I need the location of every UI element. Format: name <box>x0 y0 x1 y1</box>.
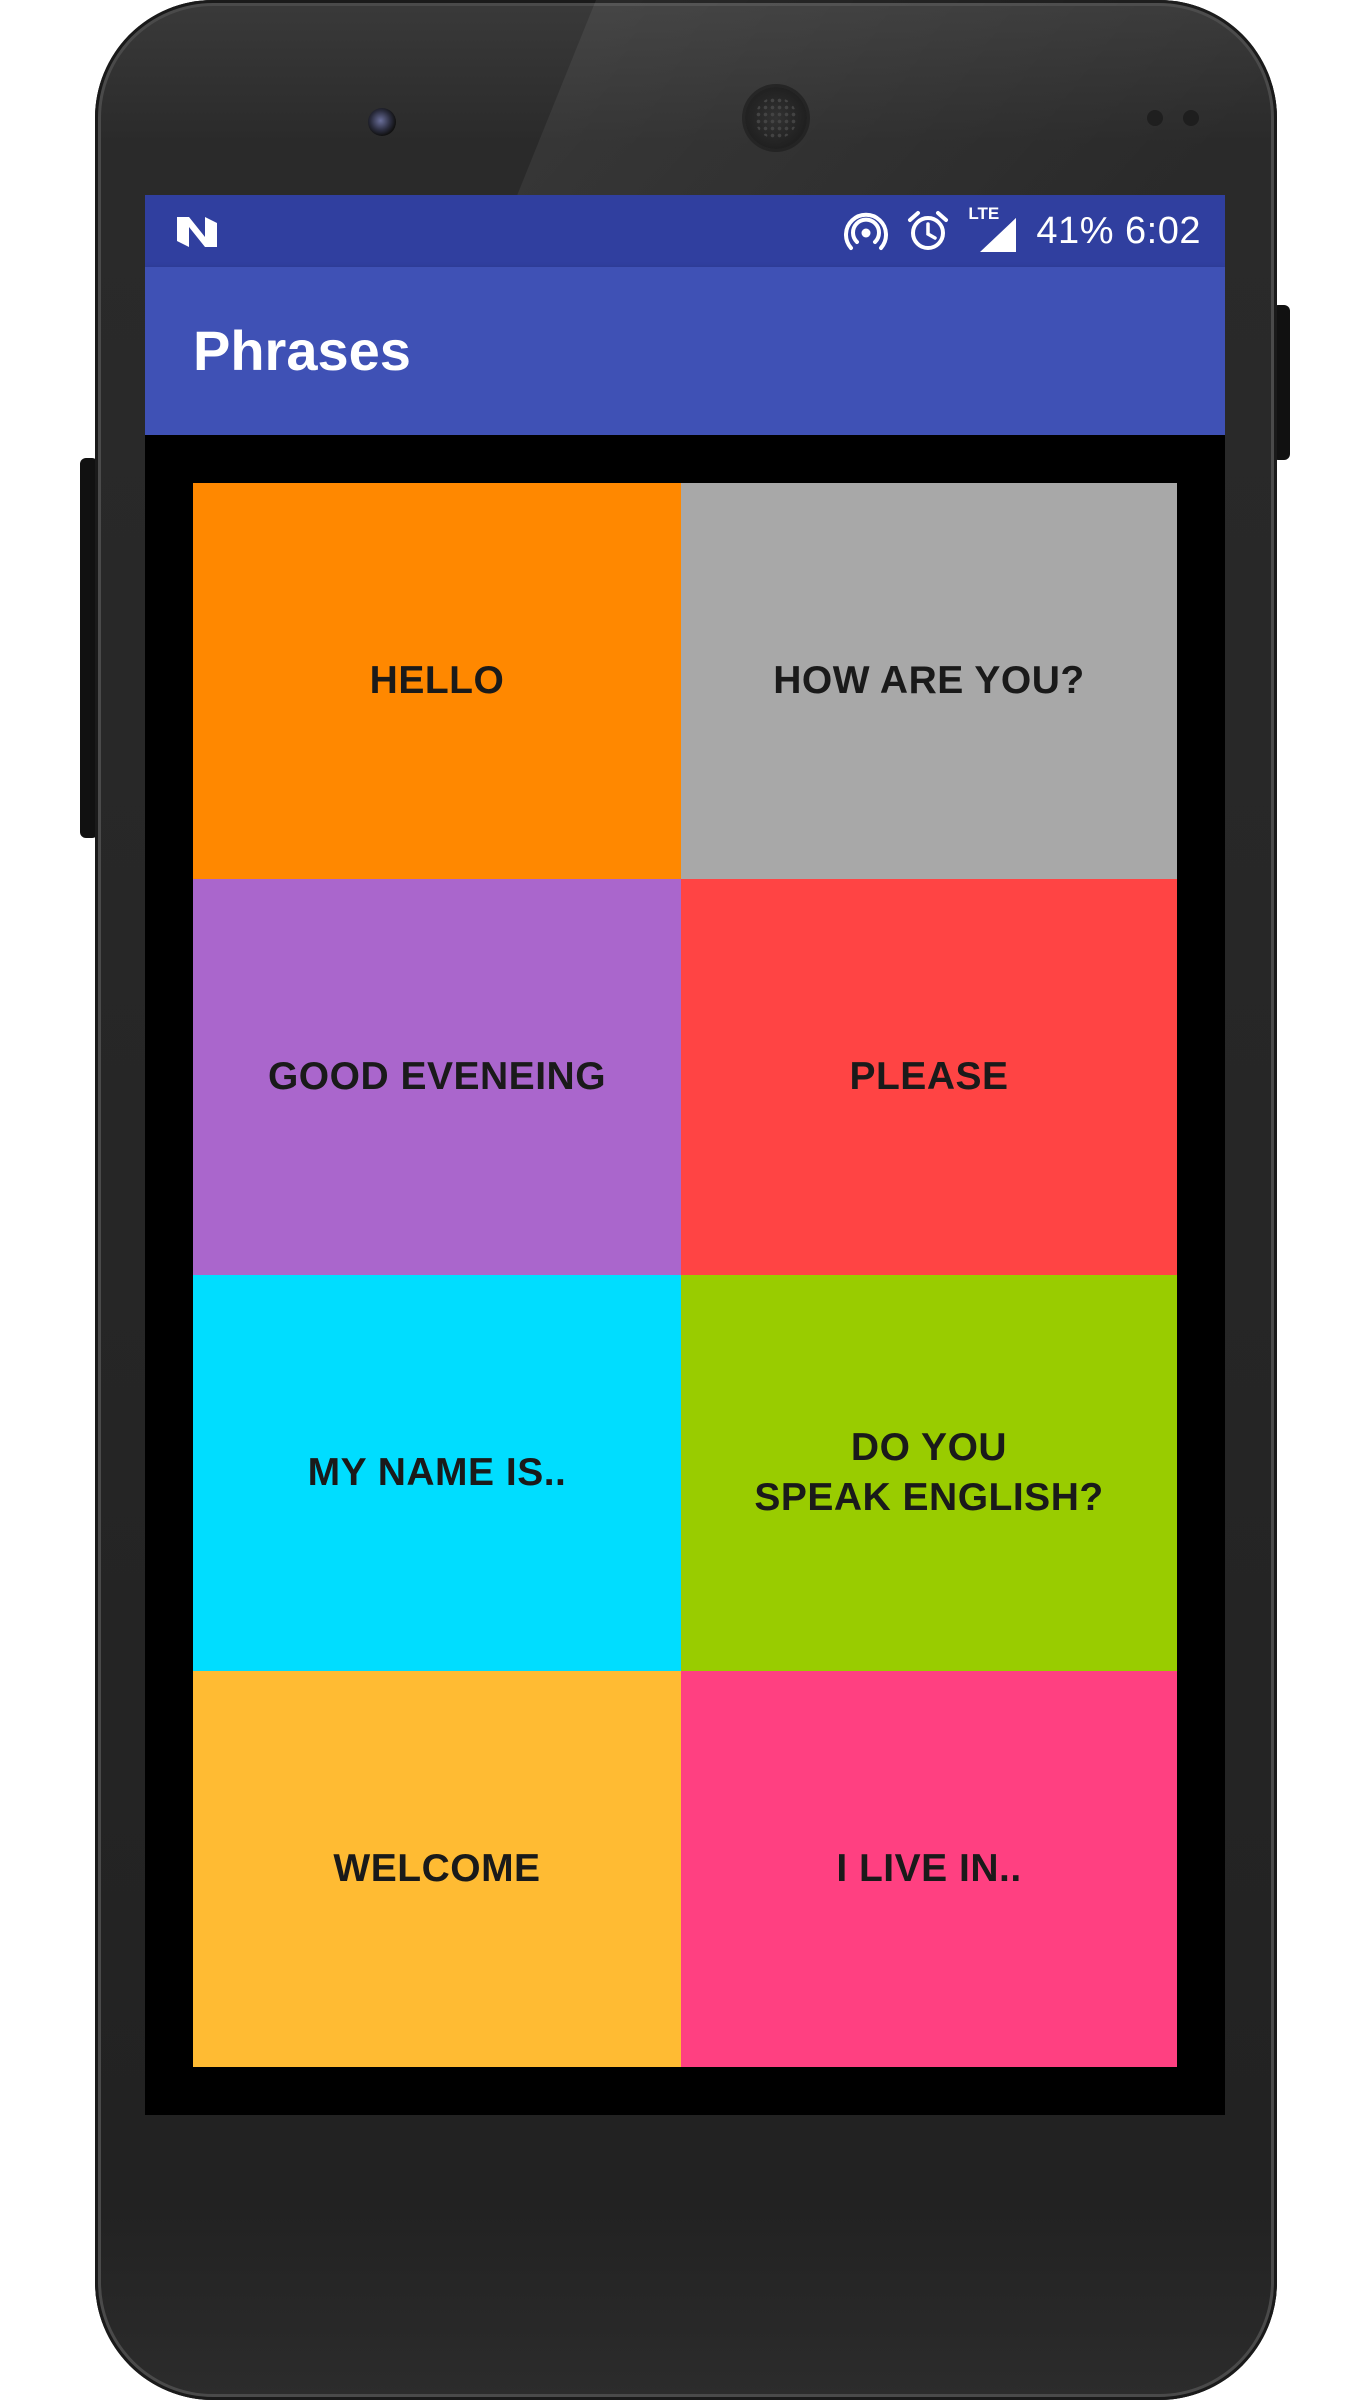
alarm-icon <box>906 209 950 253</box>
phrase-tile-please[interactable]: PLEASE <box>681 879 1177 1275</box>
status-icons: LTE 41% 6:02 <box>844 195 1201 267</box>
proximity-sensor <box>1147 110 1163 126</box>
earpiece-speaker <box>745 87 807 149</box>
phrases-content: HELLO HOW ARE YOU? GOOD EVENEING PLEASE … <box>145 435 1225 2115</box>
phrase-label: PLEASE <box>849 1055 1009 1099</box>
phrase-tile-do-you-speak-english[interactable]: DO YOU SPEAK ENGLISH? <box>681 1275 1177 1671</box>
phrase-tile-my-name-is[interactable]: MY NAME IS.. <box>193 1275 681 1671</box>
phrases-grid: HELLO HOW ARE YOU? GOOD EVENEING PLEASE … <box>193 483 1177 2067</box>
hotspot-icon <box>844 209 889 253</box>
phrase-tile-good-evening[interactable]: GOOD EVENEING <box>193 879 681 1275</box>
phrase-tile-hello[interactable]: HELLO <box>193 483 681 879</box>
phrase-tile-i-live-in[interactable]: I LIVE IN.. <box>681 1671 1177 2067</box>
phrase-label: MY NAME IS.. <box>307 1451 567 1495</box>
phrase-label: HELLO <box>369 659 505 703</box>
battery-time-text: 41% 6:02 <box>1036 209 1201 252</box>
n-notification-icon <box>175 213 219 251</box>
screen: LTE 41% 6:02 Phrases HELLO HOW ARE YOU? <box>145 195 1225 2115</box>
phrase-label: WELCOME <box>333 1847 541 1891</box>
page-title: Phrases <box>193 319 411 382</box>
light-sensor <box>1183 110 1199 126</box>
phrase-tile-welcome[interactable]: WELCOME <box>193 1671 681 2067</box>
phrase-tile-how-are-you[interactable]: HOW ARE YOU? <box>681 483 1177 879</box>
front-camera <box>368 108 396 136</box>
lte-signal-icon: LTE <box>968 204 1018 254</box>
phrase-label: HOW ARE YOU? <box>773 659 1085 703</box>
phrase-label: DO YOU SPEAK ENGLISH? <box>754 1426 1104 1519</box>
phrase-label: I LIVE IN.. <box>836 1847 1022 1891</box>
device-frame: LTE 41% 6:02 Phrases HELLO HOW ARE YOU? <box>0 0 1370 2405</box>
app-bar: Phrases <box>145 267 1225 435</box>
status-bar: LTE 41% 6:02 <box>145 195 1225 267</box>
phrase-label: GOOD EVENEING <box>267 1055 607 1099</box>
